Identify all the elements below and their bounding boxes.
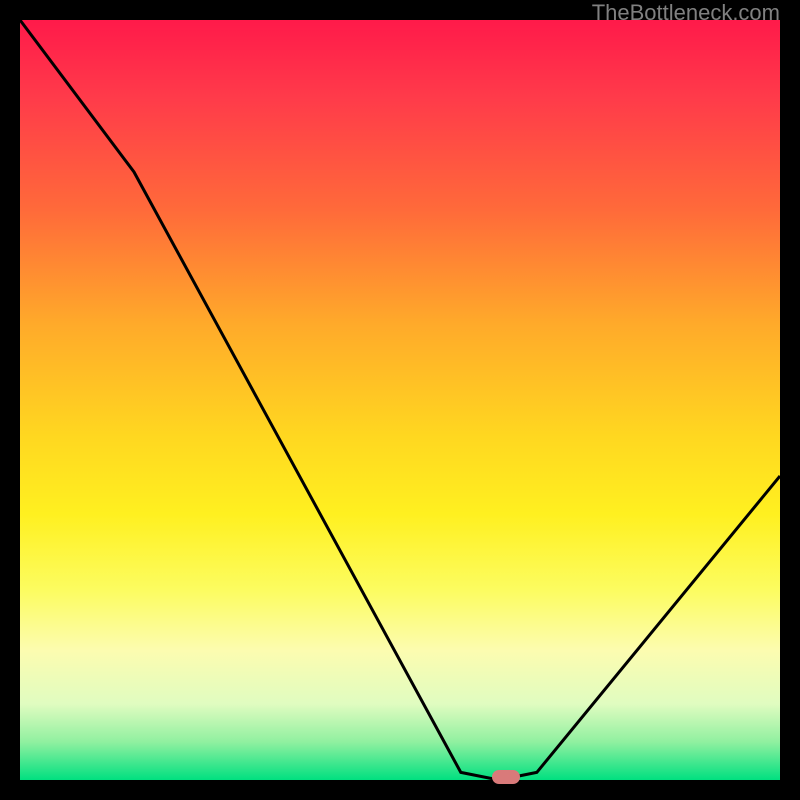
plot-area [20,20,780,780]
watermark-text: TheBottleneck.com [592,0,780,26]
chart-container: TheBottleneck.com [0,0,800,800]
optimal-point-marker [492,770,520,784]
bottleneck-line [20,20,780,780]
